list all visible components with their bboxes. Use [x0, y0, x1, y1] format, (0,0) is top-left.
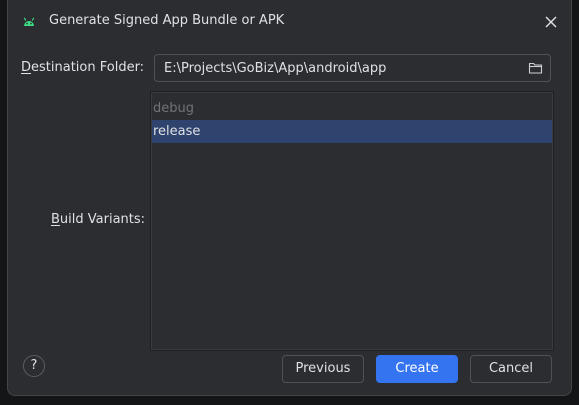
folder-icon[interactable] [528, 61, 543, 75]
close-icon[interactable] [544, 15, 558, 29]
dialog-titlebar: Generate Signed App Bundle or APK [8, 0, 571, 44]
create-button[interactable]: Create [376, 355, 458, 383]
variant-item-release[interactable]: release [152, 120, 552, 143]
variant-item-debug[interactable]: debug [152, 97, 552, 120]
help-button[interactable]: ? [23, 355, 45, 377]
build-variants-label: Build Variants: [51, 212, 145, 227]
generate-signed-bundle-dialog: Generate Signed App Bundle or APK Destin… [7, 0, 572, 396]
destination-folder-field[interactable]: E:\Projects\GoBiz\App\android\app [154, 54, 551, 82]
build-variants-label-mnemonic: B [51, 212, 60, 227]
destination-folder-label: Destination Folder: [21, 60, 144, 75]
destination-folder-value[interactable]: E:\Projects\GoBiz\App\android\app [164, 61, 386, 76]
build-variants-list[interactable]: debug release [150, 91, 554, 351]
previous-button[interactable]: Previous [282, 355, 364, 383]
build-variants-label-text: uild Variants: [59, 212, 146, 227]
cancel-button[interactable]: Cancel [470, 355, 552, 383]
destination-label-text: estination Folder: [31, 60, 145, 75]
dialog-title: Generate Signed App Bundle or APK [49, 13, 285, 28]
android-icon [22, 15, 36, 29]
destination-label-mnemonic: D [21, 60, 32, 75]
